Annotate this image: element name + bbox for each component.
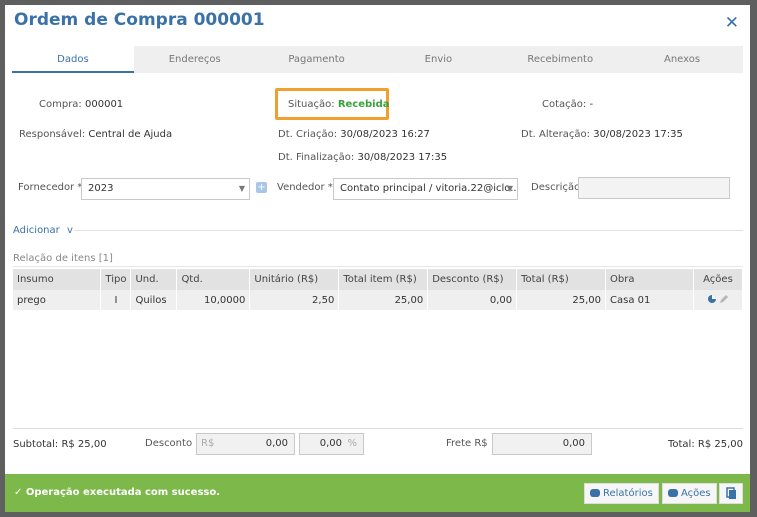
cell-total: 25,00 [516,290,607,310]
cell-qtd: 10,0000 [176,290,251,310]
fornecedor-select[interactable]: 2023 ▼ [81,178,250,200]
tab-pagamento[interactable]: Pagamento [256,46,378,73]
fornecedor-value: 2023 [88,183,114,194]
frete-input[interactable]: 0,00 [492,433,592,455]
chevron-down-icon: ▼ [506,184,513,193]
criacao-field: Dt. Criação: 30/08/2023 16:27 [278,129,430,140]
frete-value: 0,00 [562,438,585,449]
frete-label: Frete R$ [446,438,488,449]
column-header[interactable]: Desconto (R$) [427,269,518,290]
adicionar-toggle[interactable]: Adicionar v [13,225,73,236]
situacao-label: Situação: [288,99,335,110]
chat-icon [668,489,678,497]
finalizacao-value: 30/08/2023 17:35 [357,152,448,163]
adicionar-label: Adicionar [13,225,60,236]
pencil-icon[interactable] [719,294,728,303]
tab-envio[interactable]: Envio [377,46,499,73]
chart-icon[interactable] [707,294,716,303]
finalizacao-field: Dt. Finalização: 30/08/2023 17:35 [278,152,447,163]
column-header[interactable]: Unitário (R$) [249,269,340,290]
cotacao-value: - [589,99,594,110]
cell-acoes [693,290,744,310]
fornecedor-label: Fornecedor * [18,182,83,193]
tab-enderecos[interactable]: Endereços [134,46,256,73]
desconto-value-input[interactable]: R$ 0,00 [196,433,295,455]
add-fornecedor-icon[interactable]: + [256,182,267,193]
responsavel-field: Responsável: Central de Ajuda [19,129,172,140]
currency-prefix: R$ [201,438,215,449]
column-header[interactable]: Obra [605,269,694,290]
relatorios-label: Relatórios [603,488,653,499]
chat-icon [590,489,600,497]
cell-und: Quilos [130,290,178,310]
alteracao-field: Dt. Alteração: 30/08/2023 17:35 [521,129,683,140]
cotacao-label: Cotação: [542,99,587,110]
criacao-label: Dt. Criação: [278,129,338,140]
compra-label: Compra: [39,99,82,110]
desconto-label: Desconto [145,438,193,449]
descricao-label: Descrição [531,182,581,193]
copy-icon [726,487,736,499]
table-header-row: Insumo Tipo Und. Qtd. Unitário (R$) Tota… [13,269,744,290]
compra-value: 000001 [85,99,124,110]
cell-obra: Casa 01 [605,290,694,310]
column-header: Ações [693,269,744,290]
vendedor-label: Vendedor * [277,182,333,193]
cell-total-item: 25,00 [338,290,429,310]
desconto-value: 0,00 [265,438,288,449]
items-table: Insumo Tipo Und. Qtd. Unitário (R$) Tota… [13,269,744,310]
total: Total: R$ 25,00 [667,439,743,450]
tab-anexos[interactable]: Anexos [621,46,743,73]
row-actions-icons [707,294,728,303]
close-icon[interactable]: ✕ [725,13,739,33]
acoes-label: Ações [681,488,711,499]
status-footer: ✓ Operação executada com sucesso. Relató… [5,474,750,512]
compra-field: Compra: 000001 [39,99,123,110]
success-message: ✓ Operação executada com sucesso. [14,487,221,498]
cell-unitario: 2,50 [249,290,340,310]
purchase-order-modal: Ordem de Compra 000001 ✕ Dados Endereços… [5,5,750,512]
cell-insumo: prego [13,290,102,310]
cell-desconto: 0,00 [427,290,518,310]
copy-button[interactable] [719,483,743,504]
acoes-button[interactable]: Ações [662,483,717,504]
situacao-status: Recebida [337,99,390,110]
column-header[interactable]: Tipo [100,269,132,290]
relatorios-button[interactable]: Relatórios [584,483,659,504]
column-header[interactable]: Total item (R$) [338,269,429,290]
responsavel-label: Responsável: [19,129,86,140]
alteracao-value: 30/08/2023 17:35 [593,129,683,140]
cotacao-field: Cotação: - [542,99,593,110]
divider [13,428,743,429]
items-title: Relação de itens [1] [13,253,113,264]
modal-title: Ordem de Compra 000001 [14,10,265,30]
vendedor-select[interactable]: Contato principal / vitoria.22@iclo... ▼ [333,178,518,200]
vendedor-value: Contato principal / vitoria.22@iclo... [340,183,518,194]
column-header[interactable]: Insumo [13,269,102,290]
table-row[interactable]: prego I Quilos 10,0000 2,50 25,00 0,00 2… [13,290,744,310]
cell-tipo: I [100,290,132,310]
column-header[interactable]: Qtd. [176,269,251,290]
criacao-value: 30/08/2023 16:27 [340,129,430,140]
finalizacao-label: Dt. Finalização: [278,152,355,163]
situacao-field: Situação: Recebida [288,99,390,110]
desconto-percent-input[interactable]: 0,00 % [299,433,364,455]
chevron-down-icon: v [66,225,73,236]
tab-recebimento[interactable]: Recebimento [499,46,621,73]
tab-dados[interactable]: Dados [12,46,134,73]
alteracao-label: Dt. Alteração: [521,129,591,140]
subtotal: Subtotal: R$ 25,00 [13,439,107,450]
column-header[interactable]: Total (R$) [516,269,607,290]
descricao-input[interactable] [578,177,730,199]
desconto-percent-value: 0,00 [319,438,342,449]
percent-suffix: % [347,438,357,449]
column-header[interactable]: Und. [130,269,178,290]
responsavel-value: Central de Ajuda [88,129,173,140]
tab-bar: Dados Endereços Pagamento Envio Recebime… [12,46,743,73]
chevron-down-icon: ▼ [238,184,245,193]
divider [75,230,743,231]
divider [13,266,743,267]
